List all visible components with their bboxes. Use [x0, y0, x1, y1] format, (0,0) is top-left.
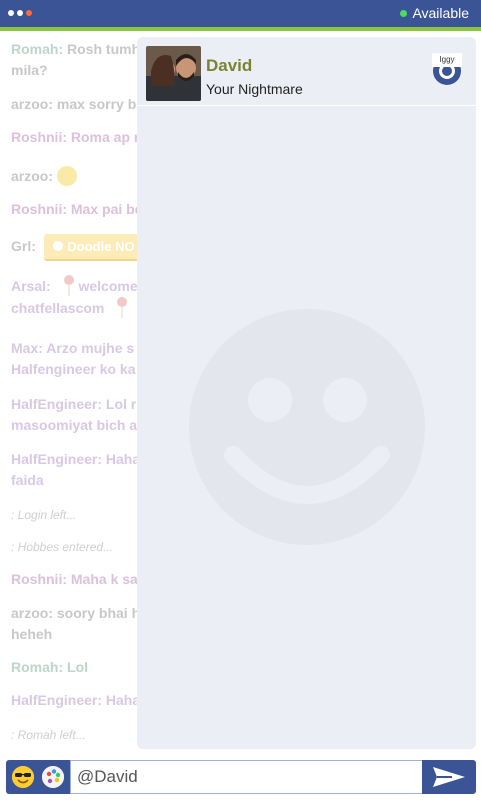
message-input[interactable]: [70, 760, 426, 794]
palette-icon[interactable]: [42, 766, 64, 788]
smiley-icon: [57, 166, 77, 186]
send-button[interactable]: [422, 760, 476, 794]
status-label: Available: [412, 5, 469, 21]
composer-bar: [4, 758, 477, 796]
availability-status[interactable]: Available: [400, 5, 469, 21]
smiley-watermark-icon: [189, 309, 425, 545]
profile-name: David: [206, 56, 253, 75]
dots-menu-icon[interactable]: [8, 10, 32, 16]
sunglasses-emoji-icon[interactable]: [12, 766, 34, 788]
doodle-link[interactable]: Doodle NO: [43, 234, 143, 261]
online-status-icon: [400, 9, 408, 17]
divider: [137, 105, 476, 106]
user-badge: Iggy: [432, 53, 462, 85]
rose-icon: [63, 275, 74, 296]
top-bar: Available: [0, 0, 481, 27]
rose-icon: [117, 297, 128, 318]
send-icon: [433, 767, 465, 787]
profile-panel: David Your Nightmare Iggy: [137, 37, 476, 749]
palette-icon: [52, 241, 63, 251]
avatar[interactable]: [146, 46, 201, 101]
emoji-toolbar: [6, 760, 70, 794]
profile-status: Your Nightmare: [206, 81, 303, 97]
